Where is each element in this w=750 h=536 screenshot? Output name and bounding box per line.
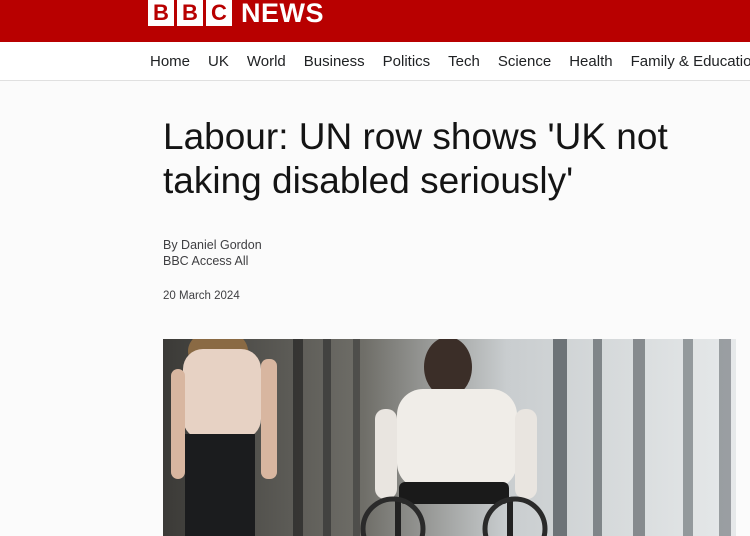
nav-list: Home UK World Business Politics Tech Sci… <box>150 42 750 80</box>
author-department: BBC Access All <box>163 254 249 268</box>
nav-item-family-education[interactable]: Family & Education <box>631 53 750 70</box>
section-nav: Home UK World Business Politics Tech Sci… <box>0 42 750 81</box>
nav-item-science[interactable]: Science <box>498 53 551 70</box>
masthead: B B C NEWS <box>0 0 750 42</box>
article-photo <box>163 339 736 536</box>
logo-letter-c: C <box>206 0 232 26</box>
author-name: By Daniel Gordon <box>163 238 262 252</box>
nav-item-tech[interactable]: Tech <box>448 53 480 70</box>
nav-item-world[interactable]: World <box>247 53 286 70</box>
nav-item-uk[interactable]: UK <box>208 53 229 70</box>
nav-item-home[interactable]: Home <box>150 53 190 70</box>
logo-letter-b1: B <box>148 0 174 26</box>
bbc-news-logo[interactable]: B B C NEWS <box>148 0 324 28</box>
nav-item-politics[interactable]: Politics <box>383 53 431 70</box>
nav-item-business[interactable]: Business <box>304 53 365 70</box>
publish-date: 20 March 2024 <box>163 290 240 302</box>
article-headline: Labour: UN row shows 'UK not taking disa… <box>163 116 668 201</box>
nav-item-health[interactable]: Health <box>569 53 612 70</box>
byline: By Daniel Gordon BBC Access All <box>163 237 262 269</box>
article-main: Labour: UN row shows 'UK not taking disa… <box>0 81 750 536</box>
logo-word-news: NEWS <box>241 0 324 28</box>
photo-illustration <box>163 339 736 536</box>
logo-letter-b2: B <box>177 0 203 26</box>
